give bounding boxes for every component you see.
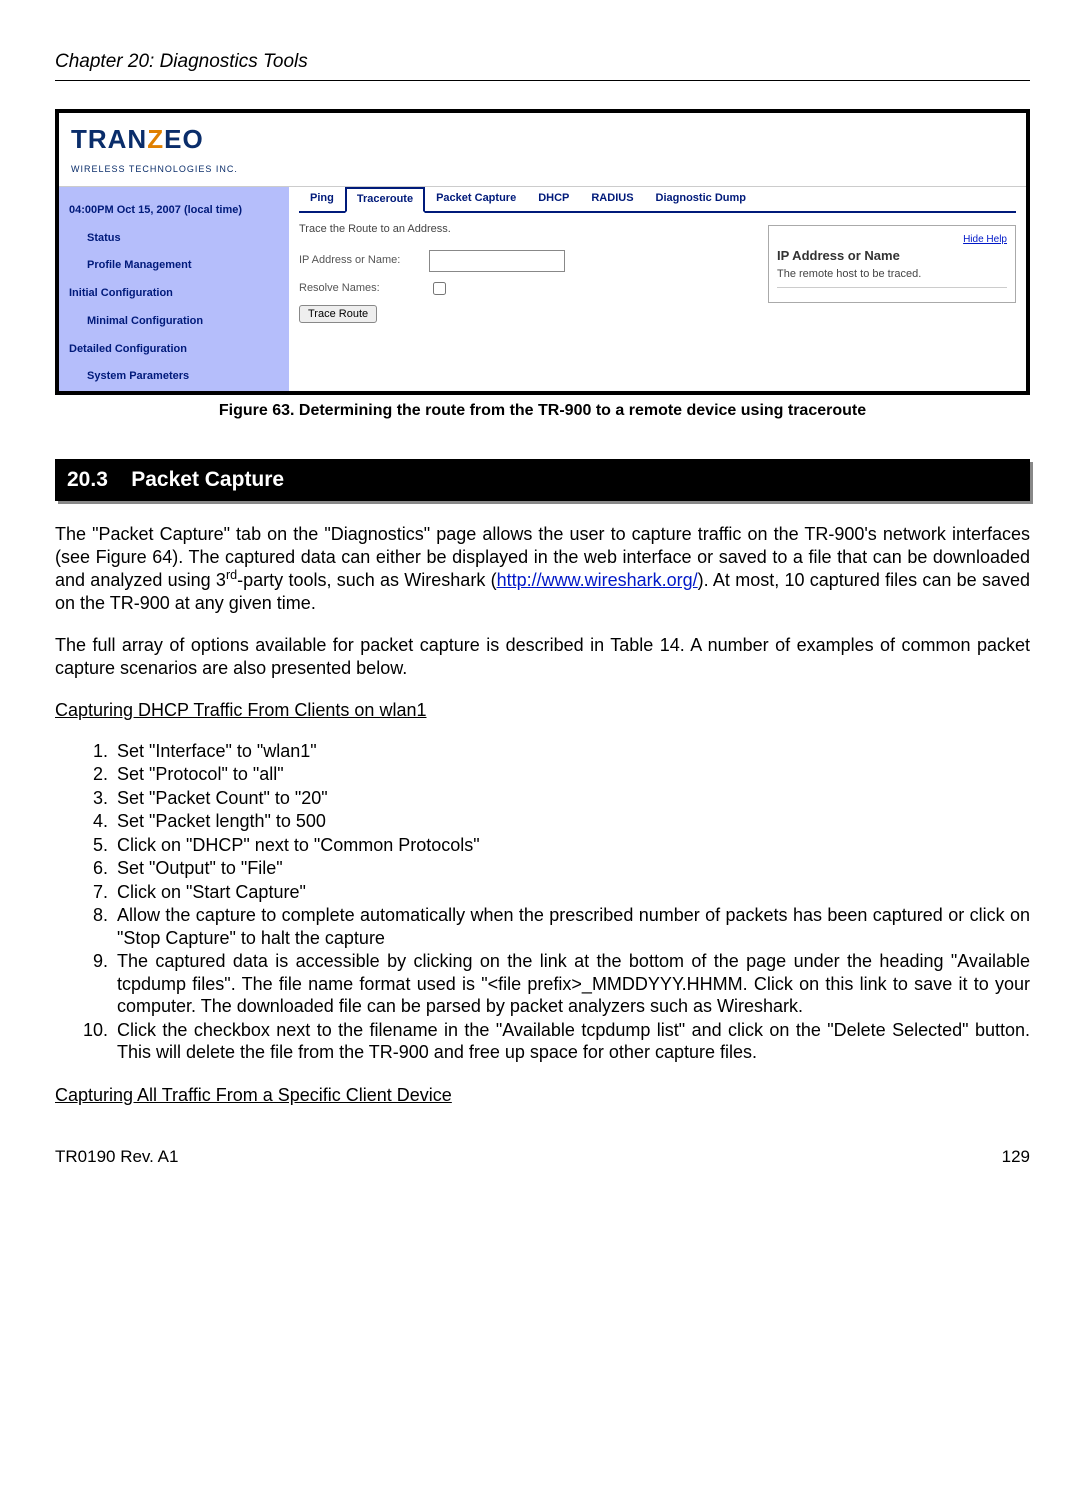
help-text: The remote host to be traced. <box>777 268 1007 282</box>
screenshot-figure: TRANZEO WIRELESS TECHNOLOGIES INC. 04:00… <box>55 109 1030 395</box>
sidebar-item-profile[interactable]: Profile Management <box>59 252 289 280</box>
logo-subtext: WIRELESS TECHNOLOGIES INC. <box>71 164 238 174</box>
screenshot-sidebar: 04:00PM Oct 15, 2007 (local time) Status… <box>59 187 289 391</box>
tab-packet-capture[interactable]: Packet Capture <box>425 187 527 211</box>
wireshark-link[interactable]: http://www.wireshark.org/ <box>497 570 698 590</box>
tab-radius[interactable]: RADIUS <box>580 187 644 211</box>
trace-route-button[interactable]: Trace Route <box>299 305 377 323</box>
step-item: Click the checkbox next to the filename … <box>113 1019 1030 1064</box>
label-resolve: Resolve Names: <box>299 282 429 296</box>
steps-list: Set "Interface" to "wlan1" Set "Protocol… <box>55 740 1030 1064</box>
section-title: Packet Capture <box>131 468 284 491</box>
chapter-header: Chapter 20: Diagnostics Tools <box>55 50 1030 81</box>
step-item: Set "Interface" to "wlan1" <box>113 740 1030 763</box>
section-heading: 20.3 Packet Capture <box>55 459 1030 501</box>
ip-input[interactable] <box>429 250 565 272</box>
step-item: Click on "DHCP" next to "Common Protocol… <box>113 834 1030 857</box>
help-title: IP Address or Name <box>777 248 1007 264</box>
logo-text: TRANZEO <box>71 124 204 154</box>
subheading-2: Capturing All Traffic From a Specific Cl… <box>55 1084 1030 1107</box>
step-item: Set "Packet Count" to "20" <box>113 787 1030 810</box>
sidebar-item-status[interactable]: Status <box>59 225 289 253</box>
logo-bar: TRANZEO WIRELESS TECHNOLOGIES INC. <box>59 113 1026 187</box>
paragraph-1: The "Packet Capture" tab on the "Diagnos… <box>55 523 1030 614</box>
step-item: The captured data is accessible by click… <box>113 950 1030 1018</box>
sidebar-item-detailed[interactable]: Detailed Configuration <box>59 336 289 364</box>
sidebar-clock: 04:00PM Oct 15, 2007 (local time) <box>59 197 289 225</box>
para1b: -party tools, such as Wireshark ( <box>237 570 496 590</box>
tab-ping[interactable]: Ping <box>299 187 345 211</box>
figure-caption: Figure 63. Determining the route from th… <box>55 401 1030 421</box>
tab-bar: Ping Traceroute Packet Capture DHCP RADI… <box>299 187 1016 213</box>
footer-left: TR0190 Rev. A1 <box>55 1146 178 1167</box>
step-item: Click on "Start Capture" <box>113 881 1030 904</box>
label-ip: IP Address or Name: <box>299 254 429 268</box>
sidebar-item-sysparam[interactable]: System Parameters <box>59 363 289 391</box>
tab-diag-dump[interactable]: Diagnostic Dump <box>645 187 757 211</box>
tab-dhcp[interactable]: DHCP <box>527 187 580 211</box>
screenshot-main: Ping Traceroute Packet Capture DHCP RADI… <box>289 187 1026 391</box>
hide-help-link[interactable]: Hide Help <box>963 234 1007 247</box>
sidebar-item-minimal[interactable]: Minimal Configuration <box>59 308 289 336</box>
page-footer: TR0190 Rev. A1 129 <box>55 1146 1030 1167</box>
step-item: Set "Packet length" to 500 <box>113 810 1030 833</box>
section-number: 20.3 <box>67 468 108 491</box>
step-item: Allow the capture to complete automatica… <box>113 904 1030 949</box>
step-item: Set "Protocol" to "all" <box>113 763 1030 786</box>
footer-right: 129 <box>1002 1146 1030 1167</box>
resolve-checkbox[interactable] <box>433 282 446 295</box>
sidebar-item-initial[interactable]: Initial Configuration <box>59 280 289 308</box>
tab-traceroute[interactable]: Traceroute <box>345 187 425 213</box>
help-panel: Hide Help IP Address or Name The remote … <box>768 225 1016 303</box>
step-item: Set "Output" to "File" <box>113 857 1030 880</box>
subheading-1: Capturing DHCP Traffic From Clients on w… <box>55 699 1030 722</box>
paragraph-2: The full array of options available for … <box>55 634 1030 679</box>
